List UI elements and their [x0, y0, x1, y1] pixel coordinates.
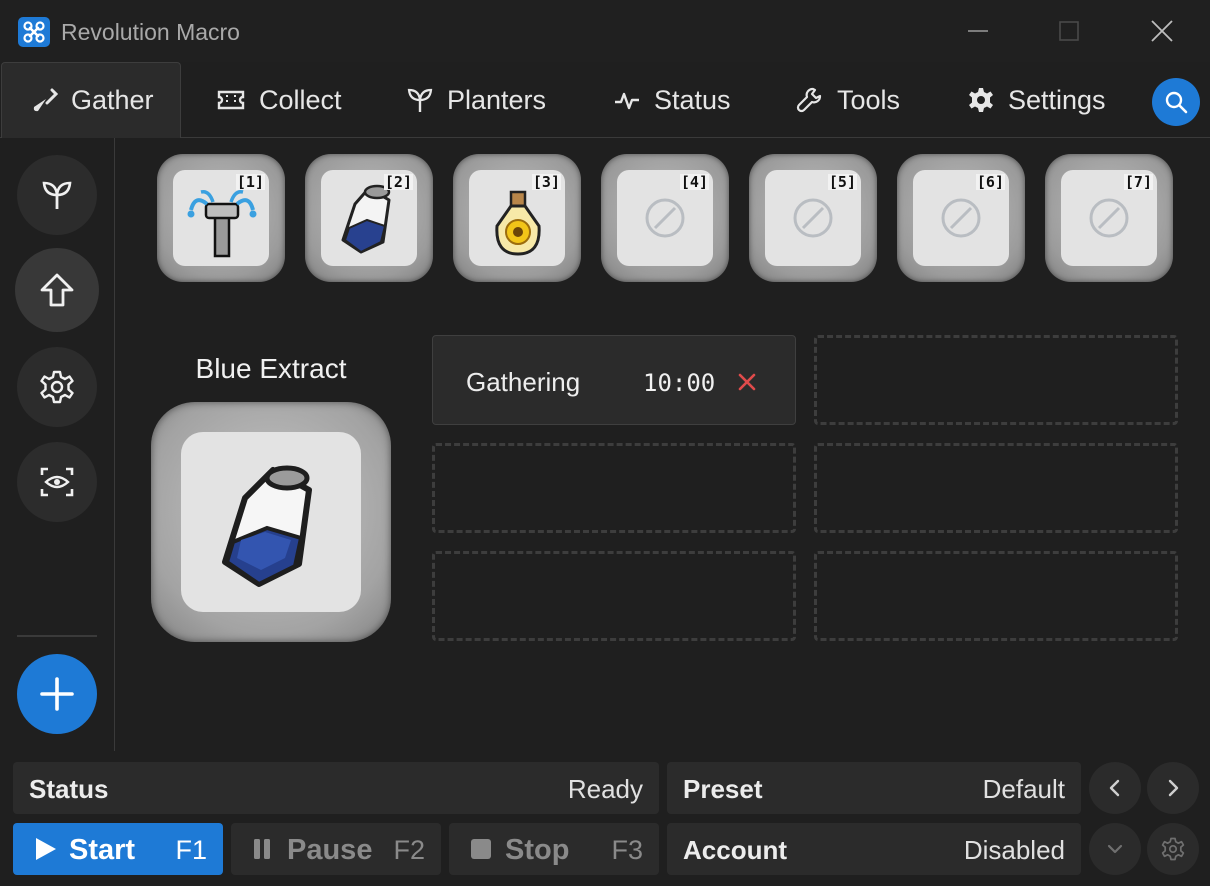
preset-label: Preset [683, 774, 763, 804]
rail-settings-button[interactable] [17, 347, 97, 427]
account-settings-button[interactable] [1147, 823, 1199, 875]
tab-label: Status [654, 84, 731, 115]
empty-task-slot[interactable] [432, 443, 796, 533]
pause-button[interactable]: Pause F2 [231, 823, 441, 875]
add-button[interactable] [17, 654, 97, 734]
chevron-left-icon [1109, 779, 1120, 797]
search-icon [1165, 91, 1188, 114]
gear-icon [40, 370, 74, 404]
account-dropdown-button[interactable] [1089, 823, 1141, 875]
selected-item-slot[interactable] [151, 402, 391, 642]
close-button[interactable] [1139, 10, 1185, 52]
empty-task-slot[interactable] [814, 551, 1178, 641]
tab-label: Collect [259, 84, 342, 115]
tab-bar: Gather Collect Planters Status Tools Set… [0, 62, 1210, 138]
tab-label: Tools [837, 84, 901, 115]
gear-icon [969, 88, 993, 112]
tab-label: Settings [1008, 84, 1106, 115]
sprout-icon [407, 88, 433, 112]
pause-icon [254, 839, 270, 859]
slot-number: [6] [975, 173, 1005, 191]
tab-settings[interactable]: Settings [967, 62, 1106, 138]
hotbar-slot-2[interactable]: [2] [305, 154, 433, 282]
task-duration: 10:00 [643, 369, 716, 397]
slot-number: [1] [235, 173, 265, 191]
tab-label: Planters [447, 84, 547, 115]
tab-planters[interactable]: Planters [406, 62, 546, 138]
start-button[interactable]: Start F1 [13, 823, 223, 875]
hotbar-slot-6[interactable]: [6] [897, 154, 1025, 282]
stop-label: Stop [505, 834, 570, 866]
account-field[interactable]: Account Disabled [667, 823, 1081, 875]
tab-tools[interactable]: Tools [796, 62, 900, 138]
preset-field[interactable]: Preset Default [667, 762, 1081, 814]
selected-item-name: Blue Extract [195, 353, 347, 384]
slot-number: [4] [679, 173, 709, 191]
account-value: Disabled [963, 835, 1065, 865]
preset-value: Default [982, 774, 1065, 804]
rail-vision-button[interactable] [17, 442, 97, 522]
close-icon[interactable] [737, 372, 757, 392]
stop-button[interactable]: Stop F3 [449, 823, 659, 875]
start-label: Start [69, 834, 136, 866]
hotbar-slot-7[interactable]: [7] [1045, 154, 1173, 282]
chevron-down-icon [1107, 844, 1123, 854]
pause-label: Pause [287, 834, 373, 866]
eye-scan-icon [40, 467, 74, 497]
plus-icon [40, 677, 74, 711]
sprout-icon [42, 181, 72, 209]
blue-extract-icon [222, 465, 312, 587]
slot-number: [5] [827, 173, 857, 191]
account-label: Account [683, 835, 787, 865]
gear-icon [1161, 837, 1185, 861]
tab-gather[interactable]: Gather [1, 62, 181, 138]
left-rail [0, 138, 115, 751]
stop-hotkey: F3 [611, 835, 643, 865]
app-logo-icon [18, 17, 50, 47]
app-title: Revolution Macro [61, 19, 240, 45]
pause-hotkey: F2 [393, 835, 425, 865]
hotbar-slot-5[interactable]: [5] [749, 154, 877, 282]
minimize-button[interactable] [955, 10, 1001, 52]
play-icon [36, 838, 56, 860]
empty-task-slot[interactable] [432, 551, 796, 641]
slot-number: [2] [383, 173, 413, 191]
tab-label: Gather [71, 85, 154, 115]
status-value: Ready [567, 774, 643, 804]
status-label: Status [29, 774, 109, 804]
rail-upload-button[interactable] [15, 248, 99, 332]
ticket-icon [217, 90, 245, 110]
hotbar-slot-3[interactable]: [3] [453, 154, 581, 282]
tab-collect[interactable]: Collect [216, 62, 342, 138]
slot-number: [3] [531, 173, 561, 191]
search-button[interactable] [1152, 78, 1200, 126]
preset-prev-button[interactable] [1089, 762, 1141, 814]
preset-next-button[interactable] [1147, 762, 1199, 814]
wrench-icon [796, 87, 822, 113]
rail-planters-button[interactable] [17, 155, 97, 235]
pulse-icon [615, 92, 639, 110]
title-bar: Revolution Macro [0, 0, 1210, 62]
empty-task-slot[interactable] [814, 443, 1178, 533]
stop-icon [471, 839, 491, 859]
rail-divider [17, 635, 97, 637]
maximize-button[interactable] [1046, 10, 1092, 52]
task-name: Gathering [466, 367, 581, 397]
tab-status[interactable]: Status [613, 62, 731, 138]
chevron-right-icon [1168, 779, 1179, 797]
start-hotkey: F1 [175, 835, 207, 865]
empty-task-slot[interactable] [814, 335, 1178, 425]
slot-number: [7] [1123, 173, 1153, 191]
task-card[interactable]: Gathering 10:00 [432, 335, 796, 425]
hotbar-slot-1[interactable]: [1] [157, 154, 285, 282]
hotbar-slot-4[interactable]: [4] [601, 154, 729, 282]
arrow-up-icon [40, 273, 74, 307]
control-bar: Status Ready Preset Default Start F1 Pau… [0, 751, 1210, 886]
shovel-icon [33, 88, 58, 111]
status-field: Status Ready [13, 762, 659, 814]
